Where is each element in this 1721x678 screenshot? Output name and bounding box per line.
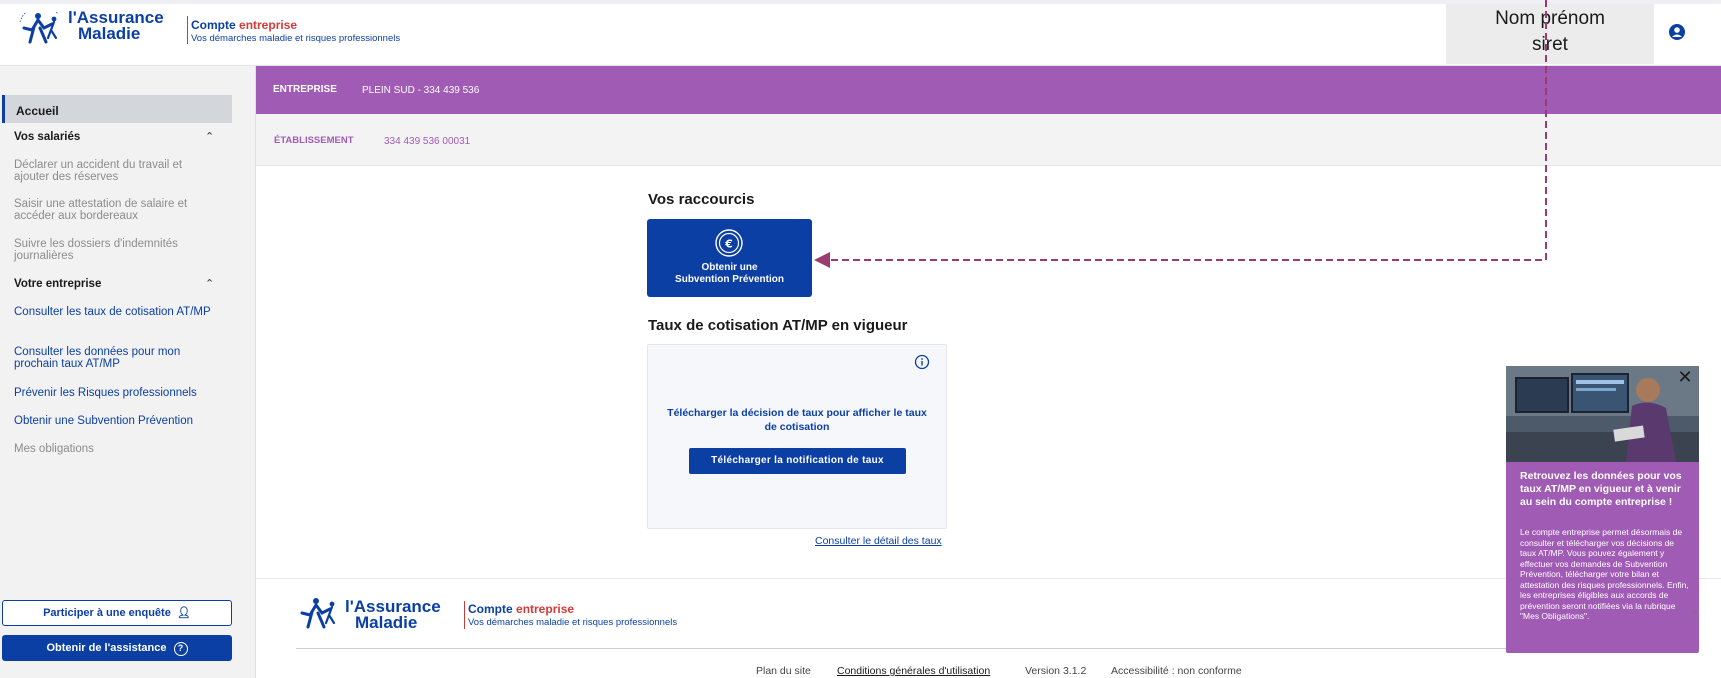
obtenir-assistance-button[interactable]: Obtenir de l'assistance ? xyxy=(2,635,232,661)
sidebar-item-accueil[interactable]: Accueil xyxy=(2,95,232,123)
footer-line xyxy=(296,648,1686,649)
chevron-up-icon[interactable]: ⌃ xyxy=(205,130,214,143)
user-identity[interactable]: Nom prénom siret xyxy=(1446,4,1654,64)
entreprise-value: PLEIN SUD - 334 439 536 xyxy=(362,85,480,96)
header-subtitle: Vos démarches maladie et risques profess… xyxy=(191,33,401,44)
sidebar xyxy=(0,66,256,678)
assistance-label: Obtenir de l'assistance xyxy=(46,642,167,654)
euro-coin-icon: € xyxy=(715,229,743,257)
user-account-icon[interactable] xyxy=(1662,20,1692,44)
logo-wordmark: l'Assurance Maladie xyxy=(68,9,164,43)
footer-logo-line2: Maladie xyxy=(355,613,418,632)
svg-text:€: € xyxy=(724,238,733,251)
shortcut-line2: Subvention Prévention xyxy=(675,274,784,285)
sidebar-item-indemnites[interactable]: Suivre les dossiers d'indemnités journal… xyxy=(14,238,219,262)
footer-cgu-link[interactable]: Conditions générales d'utilisation xyxy=(837,665,990,677)
etablissement-label: ÉTABLISSEMENT xyxy=(274,135,354,146)
close-icon[interactable]: ✕ xyxy=(1673,366,1697,390)
enquete-label: Participer à une enquête xyxy=(43,607,171,619)
footer-subtitle: Vos démarches maladie et risques profess… xyxy=(468,617,678,628)
popup-illustration xyxy=(1506,366,1699,462)
sidebar-item-prevenir-risques[interactable]: Prévenir les Risques professionnels xyxy=(14,387,219,399)
sidebar-item-attestation-salaire[interactable]: Saisir une attestation de salaire et acc… xyxy=(14,198,219,222)
info-icon[interactable] xyxy=(914,354,930,370)
popup-title: Retrouvez les données pour vos taux AT/M… xyxy=(1520,470,1682,508)
shortcut-label: Obtenir une Subvention Prévention xyxy=(647,262,812,286)
logo-separator xyxy=(187,16,188,44)
etablissement-bar xyxy=(256,114,1721,166)
entreprise-label: ENTREPRISE xyxy=(273,84,337,95)
taux-card xyxy=(647,344,947,529)
detail-taux-link[interactable]: Consulter le détail des taux xyxy=(815,535,942,547)
telecharger-notification-button[interactable]: Télécharger la notification de taux xyxy=(689,448,906,474)
popup-body: Le compte entreprise permet désormais de… xyxy=(1520,527,1689,621)
shortcut-line1: Obtenir une xyxy=(701,262,758,273)
footer-divider xyxy=(256,578,1721,579)
taux-description: Télécharger la décision de taux pour aff… xyxy=(667,407,927,433)
chevron-up-icon[interactable]: ⌃ xyxy=(1690,608,1700,622)
assurance-maladie-logo-icon xyxy=(300,598,336,629)
sidebar-item-taux-cotisation[interactable]: Consulter les taux de cotisation AT/MP xyxy=(14,306,219,318)
person-icon: 👤︎ xyxy=(173,607,191,619)
footer-logo-separator xyxy=(464,601,465,629)
footer-accessibilite-link[interactable]: Accessibilité : non conforme xyxy=(1111,665,1242,677)
help-circle-icon: ? xyxy=(173,642,188,656)
assurance-maladie-logo-icon[interactable] xyxy=(18,12,66,48)
raccourcis-title: Vos raccourcis xyxy=(648,191,755,208)
sidebar-item-prochain-taux[interactable]: Consulter les données pour mon prochain … xyxy=(14,346,219,370)
footer-version: Version 3.1.2 xyxy=(1025,665,1087,677)
sidebar-section-entreprise[interactable]: Votre entreprise xyxy=(14,278,101,290)
etablissement-value: 334 439 536 00031 xyxy=(384,136,471,147)
taux-title: Taux de cotisation AT/MP en vigueur xyxy=(648,317,908,334)
compte-label: Compte xyxy=(191,18,236,32)
user-name: Nom prénom xyxy=(1495,8,1605,29)
sidebar-item-declarer-accident[interactable]: Déclarer un accident du travail et ajout… xyxy=(14,159,219,183)
participer-enquete-button[interactable]: Participer à une enquête 👤︎ xyxy=(2,600,232,626)
entreprise-label: entreprise xyxy=(239,18,298,32)
footer-entreprise-label: entreprise xyxy=(516,602,575,616)
compte-entreprise-title: Compte entreprise xyxy=(191,18,297,32)
footer-compte-label: Compte xyxy=(468,602,513,616)
sidebar-section-salaries[interactable]: Vos salariés xyxy=(14,131,80,143)
sidebar-item-subvention[interactable]: Obtenir une Subvention Prévention xyxy=(14,415,219,427)
logo-line2: Maladie xyxy=(78,24,141,43)
footer-plan-link[interactable]: Plan du site xyxy=(756,665,811,677)
footer-logo-wordmark: l'Assurance Maladie xyxy=(345,598,441,632)
footer-compte-title: Compte entreprise xyxy=(468,602,574,616)
chevron-up-icon[interactable]: ⌃ xyxy=(205,277,214,290)
sidebar-item-obligations[interactable]: Mes obligations xyxy=(14,443,219,455)
user-siret: siret xyxy=(1532,34,1568,55)
